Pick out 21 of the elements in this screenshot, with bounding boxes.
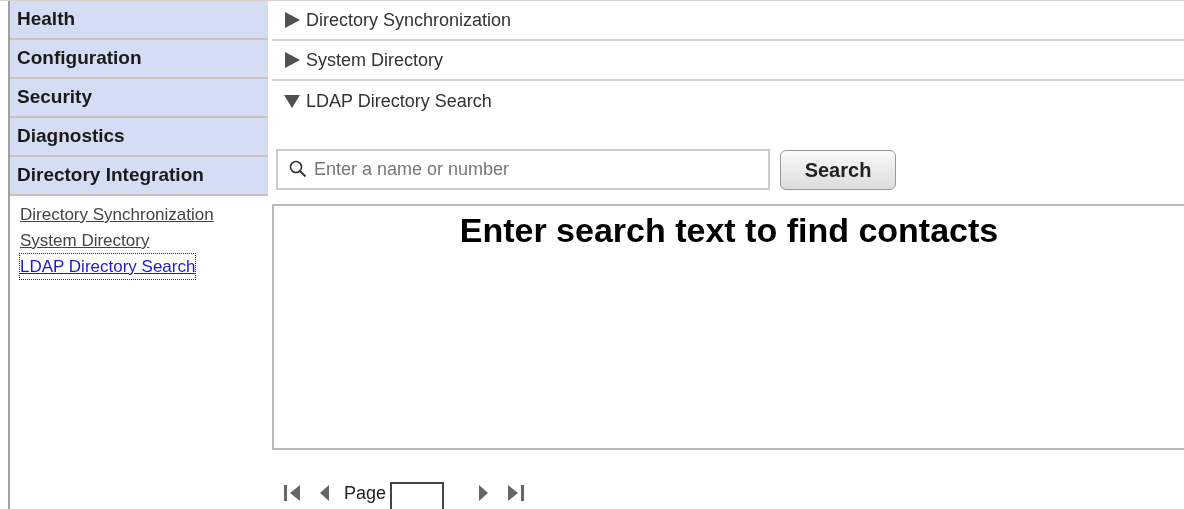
sidebar-section[interactable]: Directory Integration (10, 157, 268, 196)
sidebar-link[interactable]: System Directory (20, 228, 150, 253)
sidebar-link[interactable]: LDAP Directory Search (20, 254, 196, 279)
search-icon (289, 160, 307, 178)
accordion-header[interactable]: LDAP Directory Search (272, 81, 1184, 121)
page-label: Page (344, 481, 387, 505)
triangle-right-icon (284, 52, 300, 68)
sidebar-section[interactable]: Configuration (10, 40, 268, 79)
accordion-header[interactable]: Directory Synchronization (272, 1, 1184, 41)
sidebar-section[interactable]: Security (10, 79, 268, 118)
page-number-field[interactable] (390, 482, 445, 509)
sidebar-section[interactable]: Health (10, 1, 268, 40)
search-field[interactable]: Enter a name or number (276, 149, 770, 190)
sidebar-link[interactable]: Directory Synchronization (20, 202, 214, 227)
triangle-right-icon (284, 12, 300, 28)
search-button[interactable]: Search (780, 149, 896, 190)
previous-page-icon[interactable] (318, 484, 330, 502)
accordion-header[interactable]: System Directory (272, 41, 1184, 81)
triangle-down-icon (284, 93, 300, 109)
sidebar-section[interactable]: Diagnostics (10, 118, 268, 157)
empty-results-message: Enter search text to find contacts (459, 210, 999, 251)
